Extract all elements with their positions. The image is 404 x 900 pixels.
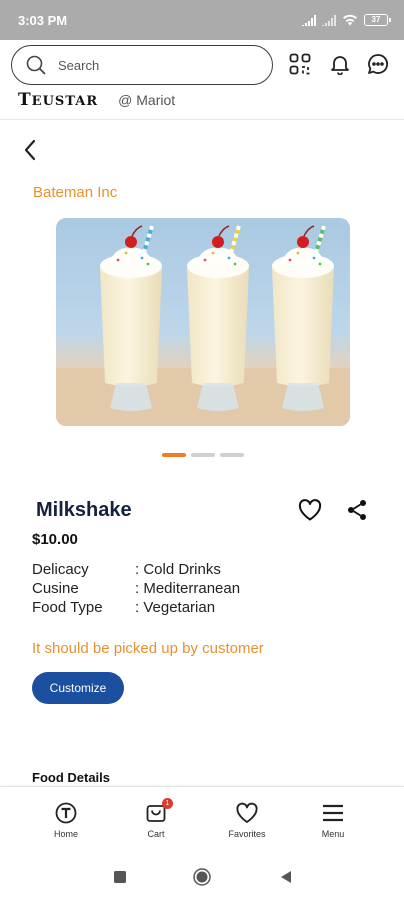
status-icons: 37: [302, 14, 391, 26]
nav-label: Home: [53, 829, 78, 839]
chat-button[interactable]: [366, 52, 390, 76]
brand-row: TEUSTAR @ Mariot: [18, 90, 175, 110]
attribute-row-delicacy: Delicacy : Cold Drinks: [32, 560, 240, 579]
nav-label: Favorites: [228, 829, 266, 839]
search-input[interactable]: [58, 57, 238, 73]
battery-level: 37: [371, 15, 381, 24]
product-image[interactable]: [56, 218, 350, 426]
battery-icon: 37: [364, 14, 391, 26]
wifi-icon: [343, 14, 357, 26]
cart-badge: 1: [162, 798, 173, 809]
brand-logo-initial: T: [18, 90, 32, 110]
attribute-value: : Cold Drinks: [135, 561, 221, 578]
nav-favorites[interactable]: Favorites: [212, 801, 282, 839]
bell-icon: [331, 56, 349, 75]
attribute-label: Food Type: [32, 599, 103, 616]
carousel-indicator: [162, 453, 244, 457]
nav-label: Menu: [321, 829, 345, 839]
chevron-left-icon: [24, 139, 36, 161]
product-price: $10.00: [32, 531, 78, 548]
vendor-name[interactable]: Bateman Inc: [33, 184, 117, 201]
milkshake-illustration: [56, 225, 350, 426]
share-icon: [348, 500, 366, 520]
nav-label: Cart: [147, 829, 165, 839]
pickup-note: It should be picked up by customer: [32, 640, 264, 657]
signal-icon-2: [322, 14, 336, 26]
signal-icon: [302, 14, 316, 26]
carousel-dot[interactable]: [220, 453, 244, 457]
home-system-button[interactable]: [193, 868, 211, 886]
heart-icon: [235, 801, 259, 825]
nav-home[interactable]: Home: [31, 801, 101, 839]
chat-icon: [368, 54, 389, 74]
status-bar: 3:03 PM 37: [0, 0, 404, 40]
square-icon: [114, 871, 126, 883]
app-header: TEUSTAR @ Mariot: [0, 40, 404, 120]
attribute-label: Delicacy: [32, 561, 89, 578]
brand-logo[interactable]: TEUSTAR: [18, 90, 98, 110]
notifications-button[interactable]: [328, 52, 352, 76]
nav-cart[interactable]: 1 Cart: [121, 798, 191, 839]
attribute-value: : Vegetarian: [135, 599, 216, 616]
search-bar[interactable]: [11, 45, 273, 85]
carousel-dot[interactable]: [191, 453, 215, 457]
customize-button[interactable]: Customize: [32, 672, 124, 704]
store-location[interactable]: @ Mariot: [118, 92, 175, 108]
brand-logo-rest: EUSTAR: [31, 94, 99, 109]
carousel-dot[interactable]: [162, 453, 186, 457]
share-button[interactable]: [344, 497, 370, 523]
menu-icon: [322, 801, 344, 825]
bottom-navigation: Home 1 Cart Favorites Menu: [0, 786, 404, 852]
attribute-value: : Mediterranean: [135, 580, 241, 597]
attribute-row-cuisine: Cusine : Mediterranean: [32, 579, 240, 598]
cart-icon: 1: [145, 798, 173, 825]
system-navigation-bar: [0, 852, 404, 900]
nav-menu[interactable]: Menu: [298, 801, 368, 839]
qr-scan-button[interactable]: [288, 52, 312, 76]
home-logo-icon: [55, 801, 77, 825]
back-button[interactable]: [16, 136, 44, 164]
heart-icon: [298, 499, 322, 521]
status-time: 3:03 PM: [18, 12, 68, 28]
triangle-back-icon: [281, 871, 291, 883]
search-icon: [26, 55, 46, 75]
circle-icon: [193, 868, 211, 886]
product-name: Milkshake: [36, 499, 132, 521]
back-system-button[interactable]: [277, 868, 295, 886]
recents-button[interactable]: [111, 868, 129, 886]
favorite-button[interactable]: [297, 497, 323, 523]
attribute-label: Cusine: [32, 580, 79, 597]
product-attributes: Delicacy : Cold Drinks Cusine : Mediterr…: [32, 560, 240, 617]
qr-code-icon: [289, 53, 311, 75]
food-details-heading[interactable]: Food Details: [32, 770, 110, 785]
attribute-row-food-type: Food Type : Vegetarian: [32, 598, 240, 617]
